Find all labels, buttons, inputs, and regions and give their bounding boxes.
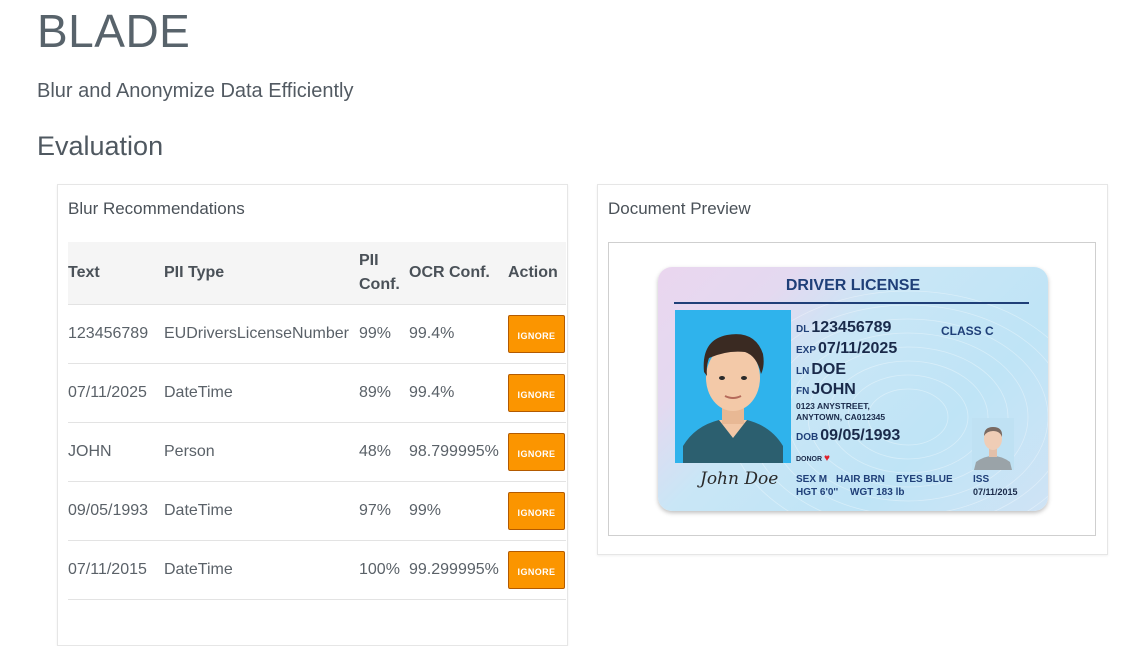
license-hair: HAIR BRN — [836, 474, 885, 485]
table-row: 07/11/2025 DateTime 89% 99.4% IGNORE — [68, 363, 566, 423]
ignore-button[interactable]: IGNORE — [508, 550, 565, 589]
cell-ocr-conf: 99.299995% — [409, 540, 508, 600]
ignore-button[interactable]: IGNORE — [508, 373, 565, 412]
fn-value: JOHN — [811, 381, 856, 398]
signature: John Doe — [700, 469, 779, 489]
cell-ocr-conf: 99.4% — [409, 304, 508, 364]
license-iss-label: ISS — [973, 474, 990, 485]
ignore-button[interactable]: IGNORE — [508, 314, 565, 353]
ln-value: DOE — [811, 361, 847, 378]
exp-label: EXP — [796, 345, 817, 356]
dob-label: DOB — [796, 432, 819, 443]
fn-label: FN — [796, 386, 810, 397]
header-pii-conf: PII Conf. — [359, 242, 409, 305]
section-title: Evaluation — [37, 131, 164, 161]
license-address-1: 0123 ANYSTREET, — [796, 401, 870, 411]
license-dob: DOB 09/05/1993 — [796, 427, 900, 445]
license-dl: DL 123456789 — [796, 319, 891, 337]
license-sex: SEX M — [796, 474, 828, 485]
ln-label: LN — [796, 366, 810, 377]
license-heading: DRIVER LICENSE — [785, 277, 921, 294]
license-address-2: ANYTOWN, CA012345 — [796, 412, 886, 422]
card-title: Document Preview — [608, 199, 751, 218]
cell-pii-type: DateTime — [164, 540, 359, 600]
license-wgt: WGT 183 lb — [850, 487, 905, 498]
cell-ocr-conf: 99.4% — [409, 363, 508, 423]
table-header-row: Text PII Type PII Conf. OCR Conf. Action — [68, 242, 566, 305]
cell-action: IGNORE — [508, 422, 566, 482]
portrait-photo — [675, 310, 791, 463]
cell-pii-conf: 100% — [359, 540, 409, 600]
cell-pii-type: DateTime — [164, 363, 359, 423]
ignore-button[interactable]: IGNORE — [508, 491, 565, 530]
document-preview-card: Document Preview DRIVER LICENSE DL 12345… — [597, 184, 1108, 555]
cell-pii-conf: 89% — [359, 363, 409, 423]
license-fn: FN JOHN — [796, 381, 856, 399]
cell-text: 07/11/2015 — [68, 540, 164, 600]
cell-text: 09/05/1993 — [68, 481, 164, 541]
recommendations-table: Text PII Type PII Conf. OCR Conf. Action … — [68, 242, 566, 600]
blur-recommendations-card: Blur Recommendations Text PII Type PII Co… — [57, 184, 568, 646]
cell-ocr-conf: 99% — [409, 481, 508, 541]
license-ln: LN DOE — [796, 361, 846, 379]
small-portrait-photo — [972, 418, 1014, 470]
license-rule — [674, 302, 1029, 304]
license-eyes: EYES BLUE — [896, 474, 953, 485]
card-title: Blur Recommendations — [68, 199, 245, 218]
header-action: Action — [508, 242, 566, 305]
header-pii-conf-line2: Conf. — [359, 275, 400, 293]
table-row: 07/11/2015 DateTime 100% 99.299995% IGNO… — [68, 540, 566, 600]
cell-pii-conf: 99% — [359, 304, 409, 364]
donor-label: DONOR — [796, 456, 823, 463]
header-text: Text — [68, 242, 164, 305]
header-pii-conf-line1: PII — [359, 251, 379, 269]
license-class: CLASS C — [941, 324, 994, 338]
table-row: JOHN Person 48% 98.799995% IGNORE — [68, 422, 566, 482]
app-title: BLADE — [37, 5, 191, 57]
heart-icon: ♥ — [824, 453, 830, 464]
app-subtitle: Blur and Anonymize Data Efficiently — [37, 80, 354, 102]
cell-pii-conf: 97% — [359, 481, 409, 541]
license-hgt: HGT 6'0'' — [796, 487, 839, 498]
cell-pii-type: EUDriversLicenseNumber — [164, 304, 359, 364]
license-donor: DONOR ♥ — [796, 453, 830, 464]
cell-ocr-conf: 98.799995% — [409, 422, 508, 482]
cell-action: IGNORE — [508, 304, 566, 364]
license-exp: EXP 07/11/2025 — [796, 340, 897, 358]
header-pii-type: PII Type — [164, 242, 359, 305]
dob-value: 09/05/1993 — [820, 427, 901, 444]
license-iss: 07/11/2015 — [973, 487, 1018, 497]
dl-label: DL — [796, 324, 810, 335]
cell-text: 07/11/2025 — [68, 363, 164, 423]
cell-pii-conf: 48% — [359, 422, 409, 482]
table-row: 09/05/1993 DateTime 97% 99% IGNORE — [68, 481, 566, 541]
cell-action: IGNORE — [508, 540, 566, 600]
cell-text: 123456789 — [68, 304, 164, 364]
cell-pii-type: DateTime — [164, 481, 359, 541]
dl-value: 123456789 — [811, 319, 892, 336]
table-row: 123456789 EUDriversLicenseNumber 99% 99.… — [68, 304, 566, 364]
cell-pii-type: Person — [164, 422, 359, 482]
cell-action: IGNORE — [508, 481, 566, 541]
driver-license-image: DRIVER LICENSE DL 123456789 CLASS C EXP 07… — [658, 267, 1048, 511]
header-ocr-conf: OCR Conf. — [409, 242, 508, 305]
preview-frame: DRIVER LICENSE DL 123456789 CLASS C EXP 07… — [608, 242, 1096, 536]
cell-text: JOHN — [68, 422, 164, 482]
ignore-button[interactable]: IGNORE — [508, 432, 565, 471]
exp-value: 07/11/2025 — [818, 340, 898, 357]
cell-action: IGNORE — [508, 363, 566, 423]
